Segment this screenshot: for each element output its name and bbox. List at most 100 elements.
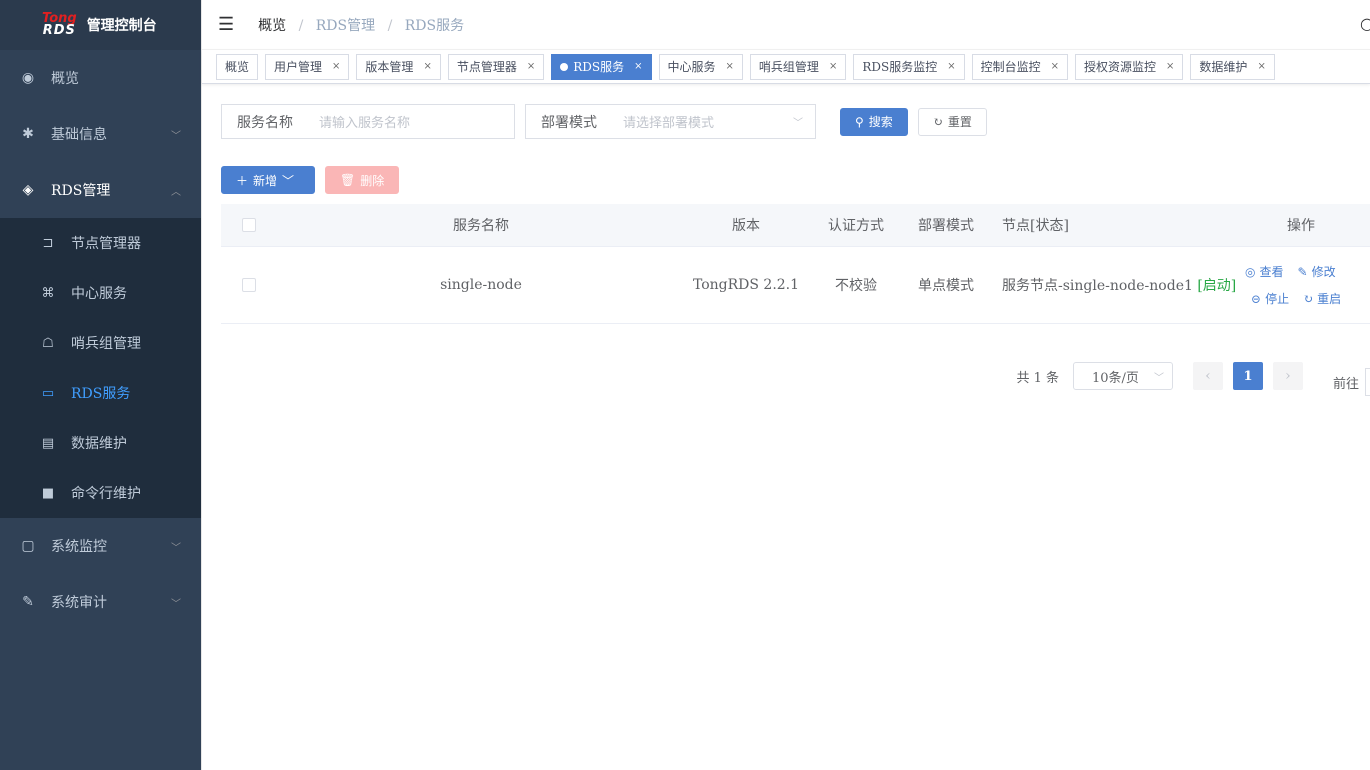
sidebar: Tong RDS 管理控制台 ◉ 概览 ✱ 基础信息 ﹀ ◈ RDS管理 ︿ ⊐… [0, 0, 201, 770]
next-page-button[interactable]: › [1272, 362, 1303, 390]
sidebar-item-system-audit[interactable]: ✎ 系统审计 ﹀ [0, 574, 201, 630]
sidebar-item-system-monitor[interactable]: ▢ 系统监控 ﹀ [0, 518, 201, 574]
tag-console-monitor[interactable]: 控制台监控 × [971, 53, 1069, 80]
breadcrumb-home[interactable]: 概览 [258, 18, 286, 34]
col-header-ops: 操作 [1287, 218, 1315, 234]
hamburger-icon[interactable]: ☰ [218, 14, 234, 35]
chevron-down-icon: ﹀ [171, 598, 181, 610]
breadcrumb-separator: / [298, 17, 304, 34]
refresh-icon: ↻ [1303, 291, 1314, 306]
close-icon[interactable]: × [1051, 61, 1059, 72]
table-row: single-node TongRDS 2.2.1 不校验 单点模式 服务节点-… [221, 247, 1370, 324]
sidebar-item-label: 哨兵组管理 [71, 336, 141, 352]
sidebar-item-label: 中心服务 [71, 286, 127, 302]
close-icon[interactable]: × [423, 61, 431, 72]
col-header-auth: 认证方式 [828, 218, 884, 234]
op-label: 重启 [1317, 292, 1342, 306]
sidebar-item-label: 节点管理器 [71, 236, 141, 252]
sidebar-item-label: 系统审计 [51, 595, 107, 611]
chevron-right-icon: › [1285, 368, 1291, 384]
close-icon[interactable]: × [332, 61, 340, 72]
tag-rds-service-monitor[interactable]: RDS服务监控 × [853, 53, 965, 80]
tag-rds-service[interactable]: RDS服务 × [551, 53, 652, 80]
chevron-down-icon: ﹀ [171, 542, 181, 554]
dashboard-icon: ◉ [21, 70, 35, 86]
restart-button[interactable]: ↻ 重启 [1303, 290, 1341, 307]
close-icon[interactable]: × [829, 61, 837, 72]
button-label: 重置 [947, 115, 972, 129]
row-checkbox[interactable] [241, 278, 256, 292]
eye-icon: ◎ [1245, 264, 1256, 279]
sidebar-item-overview[interactable]: ◉ 概览 [0, 50, 201, 106]
search-button[interactable]: ⚲ 搜索 [840, 107, 908, 136]
tongrds-logo: Tong RDS [42, 12, 77, 38]
refresh-icon: ↻ [932, 114, 943, 129]
add-button[interactable]: ＋ 新增 ﹀ [221, 166, 315, 194]
main-area: ☰ 概览 / RDS管理 / RDS服务 ○ 概览 用户管理 × 版本管理 × 节点… [201, 0, 1370, 770]
tag-label: 数据维护 [1199, 60, 1248, 74]
search-icon[interactable]: ○ [1360, 14, 1370, 33]
tag-label: 用户管理 [274, 60, 323, 74]
tag-user-management[interactable]: 用户管理 × [265, 53, 350, 80]
page-size-value: 10条/页 [1091, 370, 1139, 386]
delete-button[interactable]: 🗑 删除 [325, 166, 399, 194]
page-number[interactable]: 1 [1232, 362, 1263, 390]
tag-label: 概览 [225, 60, 250, 74]
sidebar-item-cli-maintenance[interactable]: ■ 命令行维护 [0, 468, 201, 518]
tag-node-manager[interactable]: 节点管理器 × [447, 53, 545, 80]
service-name-field[interactable]: 服务名称 请输入服务名称 [221, 104, 515, 139]
logo-bottom-text: RDS [42, 23, 76, 38]
close-icon[interactable]: × [726, 61, 734, 72]
layers-icon: ◈ [22, 182, 34, 198]
button-label: 搜索 [868, 115, 893, 129]
close-icon[interactable]: × [527, 61, 535, 72]
col-header-node: 节点[状态] [1002, 218, 1069, 234]
close-icon[interactable]: × [634, 61, 642, 72]
tag-sentinel-group[interactable]: 哨兵组管理 × [749, 53, 847, 80]
service-name-input[interactable]: 请输入服务名称 [319, 112, 410, 131]
view-button[interactable]: ◎ 查看 [1245, 263, 1284, 280]
tag-license-monitor[interactable]: 授权资源监控 × [1075, 53, 1184, 80]
select-all-checkbox[interactable] [241, 218, 256, 232]
close-icon[interactable]: × [1257, 61, 1265, 72]
trash-icon: 🗑 [340, 173, 356, 187]
chevron-up-icon: ︿ [171, 186, 181, 198]
deploy-mode-placeholder: 请选择部署模式 [623, 116, 715, 131]
sidebar-item-rds-management[interactable]: ◈ RDS管理 ︿ [0, 162, 201, 218]
tag-label: 控制台监控 [980, 60, 1041, 74]
sidebar-item-center-service[interactable]: ⌘ 中心服务 [0, 268, 201, 318]
cell-version: TongRDS 2.2.1 [692, 277, 800, 293]
col-header-name: 服务名称 [453, 218, 509, 234]
edit-button[interactable]: ✎ 修改 [1298, 263, 1336, 280]
page-size-select[interactable]: 10条/页 ﹀ [1072, 362, 1173, 390]
cell-mode: 单点模式 [918, 278, 974, 294]
field-label: 部署模式 [541, 114, 597, 131]
terminal-icon: ■ [41, 485, 55, 501]
close-icon[interactable]: × [1166, 61, 1174, 72]
chevron-down-icon: ﹀ [282, 173, 295, 188]
stop-button[interactable]: ⊝ 停止 [1251, 290, 1289, 307]
page-content: 服务名称 请输入服务名称 部署模式 请选择部署模式 ﹀ ⚲ 搜索 ↻ 重置 ＋ … [202, 84, 1370, 416]
prev-page-button[interactable]: ‹ [1192, 362, 1223, 390]
goto-input[interactable] [1365, 368, 1370, 396]
close-icon[interactable]: × [947, 61, 955, 72]
op-label: 查看 [1259, 265, 1284, 279]
reset-button[interactable]: ↻ 重置 [917, 107, 987, 136]
sidebar-item-node-manager[interactable]: ⊐ 节点管理器 [0, 218, 201, 268]
logo[interactable]: Tong RDS 管理控制台 [0, 0, 201, 50]
deploy-mode-select[interactable]: 部署模式 请选择部署模式 ﹀ [525, 104, 816, 139]
tag-label: RDS服务 [573, 60, 625, 74]
sidebar-item-basic-info[interactable]: ✱ 基础信息 ﹀ [0, 106, 201, 162]
stop-icon: ⊝ [1251, 291, 1262, 306]
button-label: 删除 [360, 173, 385, 188]
tag-data-maintenance[interactable]: 数据维护 × [1190, 53, 1275, 80]
pagination: 共 1 条 10条/页 ﹀ ‹ 1 › 前往 [221, 356, 1370, 396]
chevron-down-icon: ﹀ [1153, 372, 1164, 384]
tag-center-service[interactable]: 中心服务 × [658, 53, 743, 80]
tag-version-management[interactable]: 版本管理 × [356, 53, 441, 80]
sidebar-item-sentinel-group[interactable]: ☖ 哨兵组管理 [0, 318, 201, 368]
sidebar-item-rds-service[interactable]: ▭ RDS服务 [0, 368, 201, 418]
monitor-icon: ▢ [21, 538, 35, 554]
sidebar-item-data-maintenance[interactable]: ▤ 数据维护 [0, 418, 201, 468]
tag-overview[interactable]: 概览 [216, 53, 259, 80]
